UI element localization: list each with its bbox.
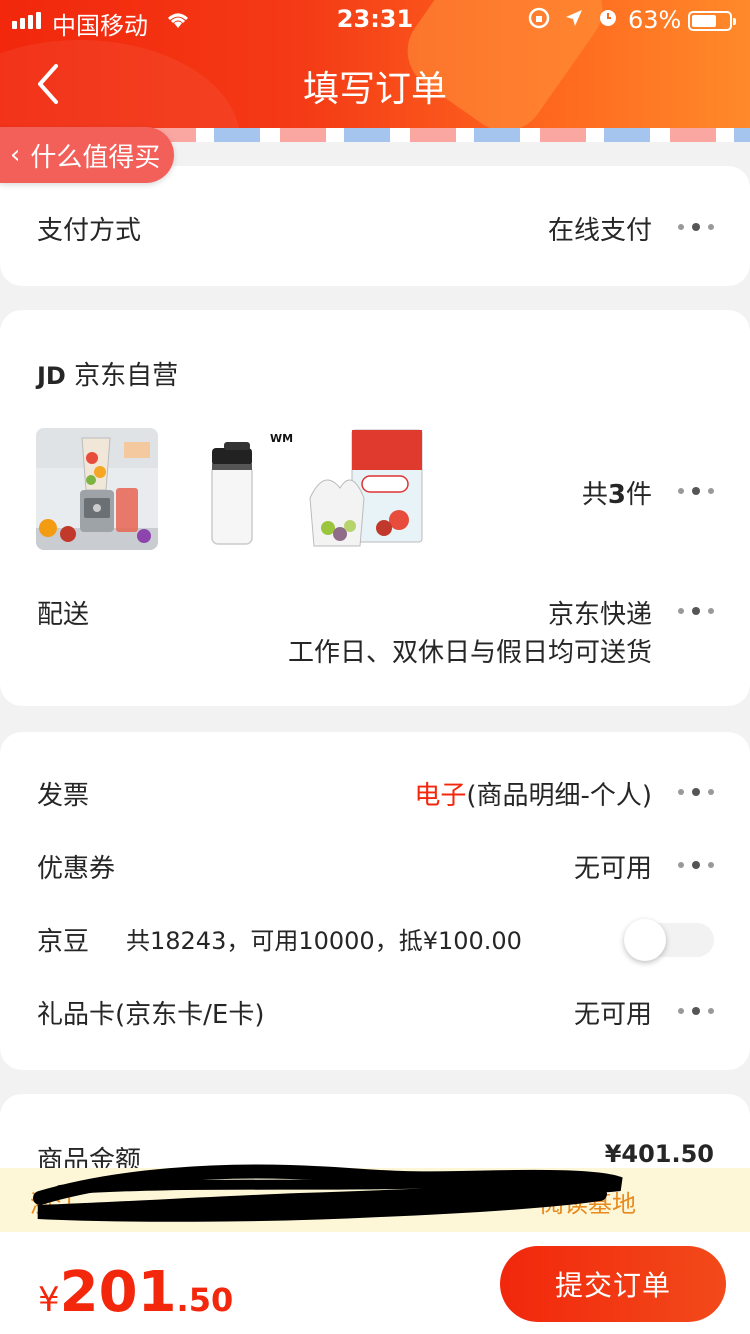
- jingdou-info: 共18243，可用10000，抵¥100.00: [126, 927, 522, 955]
- rotation-lock-icon: [528, 7, 550, 29]
- coupon-value: 无可用: [573, 854, 652, 884]
- invoice-label: 发票: [37, 781, 90, 811]
- payment-value: 在线支付: [547, 216, 652, 246]
- payment-label: 支付方式: [37, 216, 142, 246]
- more-dots-icon: [678, 606, 714, 616]
- checkout-bar: ¥201.50 提交订单: [0, 1232, 750, 1334]
- back-to-app-button[interactable]: ‹ 什么值得买: [0, 127, 174, 183]
- invoice-value: 电子(商品明细-个人): [414, 775, 652, 812]
- price-integer: 201: [59, 1260, 177, 1325]
- wmf-brand-mark: WMF: [270, 432, 294, 445]
- submit-order-button[interactable]: 提交订单: [500, 1246, 726, 1322]
- more-dots-icon: [678, 787, 714, 797]
- giftcard-label: 礼品卡(京东卡/E卡): [37, 1000, 265, 1030]
- delivery-time: 工作日、双休日与假日均可送货: [287, 638, 652, 668]
- invoice-type: 电子: [414, 781, 467, 811]
- more-dots-icon: [678, 486, 714, 496]
- price-currency: ¥: [38, 1280, 60, 1320]
- battery-percent: 63%: [628, 6, 682, 34]
- total-price: ¥201.50: [38, 1260, 233, 1325]
- delivery-method: 京东快递: [547, 600, 652, 630]
- giftcard-value: 无可用: [573, 1000, 652, 1030]
- price-decimal: .50: [176, 1281, 234, 1319]
- more-dots-icon: [678, 1006, 714, 1016]
- toggle-knob: [624, 919, 666, 961]
- coupon-label: 优惠券: [37, 854, 116, 884]
- more-dots-icon: [678, 860, 714, 870]
- battery-icon: [688, 11, 736, 31]
- back-to-app-label: 什么值得买: [30, 142, 161, 173]
- status-bar: 中国移动 23:31 63%: [0, 0, 750, 40]
- product-thumbnail-bottle[interactable]: WMF: [172, 428, 294, 550]
- jingdou-toggle[interactable]: [624, 919, 714, 961]
- delivery-row[interactable]: 配送 京东快递 工作日、双休日与假日均可送货: [0, 594, 750, 668]
- product-thumbnail-bags[interactable]: [304, 428, 426, 550]
- jd-logo: JD: [37, 362, 66, 390]
- item-count: 共3件: [581, 480, 652, 510]
- more-dots-icon: [678, 222, 714, 232]
- page-title: 填写订单: [302, 69, 447, 110]
- status-icons: [528, 7, 618, 29]
- jingdou-label: 京豆: [37, 927, 90, 957]
- redaction-scribble: [33, 1164, 623, 1222]
- location-icon: [566, 10, 582, 26]
- product-thumbnail-blender[interactable]: [36, 428, 158, 550]
- delivery-label: 配送: [37, 600, 90, 630]
- invoice-detail: (商品明细-个人): [466, 781, 652, 811]
- alarm-icon: [600, 10, 616, 26]
- header-bar: 中国移动 23:31 63% 填写订单: [0, 0, 750, 130]
- store-name: 京东自营: [74, 361, 179, 391]
- chevron-left-icon: ‹: [10, 140, 21, 170]
